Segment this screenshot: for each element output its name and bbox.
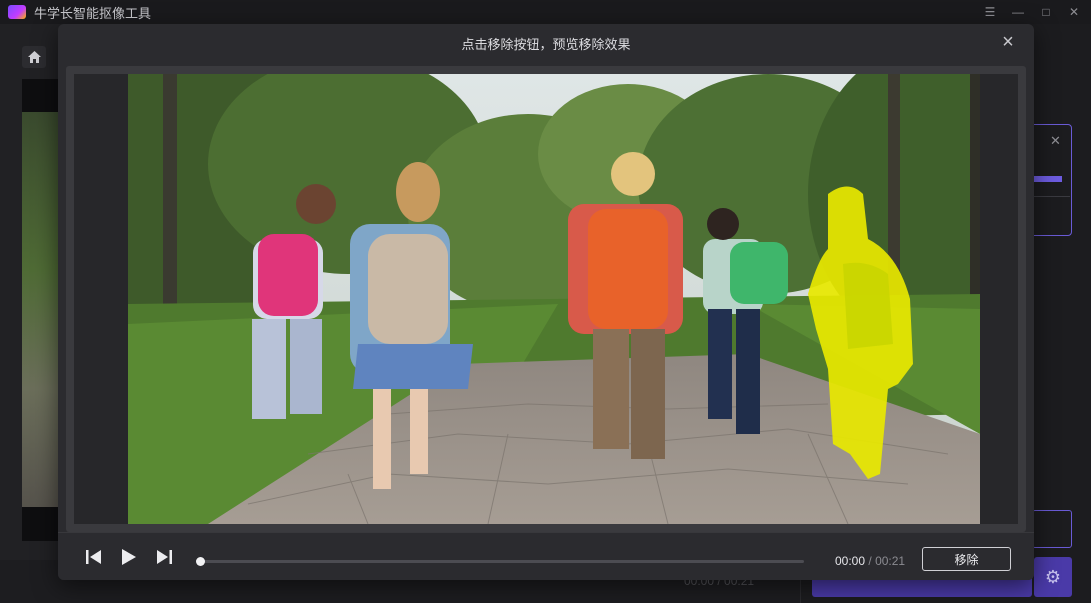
minimize-icon[interactable]: — [1011, 5, 1025, 19]
video-scene [128, 74, 980, 524]
app-title: 牛学长智能抠像工具 [34, 5, 152, 21]
card-divider [1034, 196, 1070, 197]
prev-frame-icon [86, 550, 101, 564]
player-controls: 00:00 / 00:21 移除 [58, 532, 1034, 580]
remove-preview-dialog: 点击移除按钮，预览移除效果 × 00:00 / 00:21 移除 [58, 24, 1034, 580]
home-button[interactable] [22, 46, 46, 68]
next-frame-icon [157, 550, 172, 564]
window-controls: ☰ — □ ✕ [983, 0, 1081, 24]
title-bar: 牛学长智能抠像工具 ☰ — □ ✕ [0, 0, 1091, 24]
progress-track[interactable] [200, 560, 804, 563]
maximize-icon[interactable]: □ [1039, 5, 1053, 19]
gear-icon: ⚙ [1044, 566, 1062, 587]
dialog-title: 点击移除按钮，预览移除效果 [461, 36, 631, 52]
menu-icon[interactable]: ☰ [983, 5, 997, 19]
progress-thumb[interactable] [196, 557, 205, 566]
home-icon [27, 51, 41, 63]
play-icon [122, 549, 136, 565]
app-logo [8, 5, 26, 19]
current-time: 00:00 [835, 554, 866, 568]
card-close-icon[interactable]: ✕ [1050, 133, 1061, 149]
close-icon[interactable]: ✕ [1067, 5, 1081, 19]
time-separator: / [868, 554, 872, 568]
secondary-action-button[interactable] [1032, 510, 1072, 548]
background-video-frame [22, 112, 60, 507]
remove-button[interactable]: 移除 [922, 547, 1011, 571]
dialog-header: 点击移除按钮，预览移除效果 × [58, 24, 1034, 62]
duration: 00:21 [875, 554, 906, 568]
close-icon[interactable]: × [998, 32, 1018, 52]
preview-frame [66, 66, 1026, 532]
video-frame[interactable] [128, 74, 980, 524]
card-accent-bar [1034, 176, 1062, 182]
settings-button[interactable]: ⚙ [1034, 557, 1072, 597]
time-readout: 00:00 / 00:21 [835, 554, 905, 568]
preview-canvas [74, 74, 1018, 524]
play-button[interactable] [117, 546, 141, 568]
prev-frame-button[interactable] [82, 546, 106, 568]
next-frame-button[interactable] [152, 546, 176, 568]
